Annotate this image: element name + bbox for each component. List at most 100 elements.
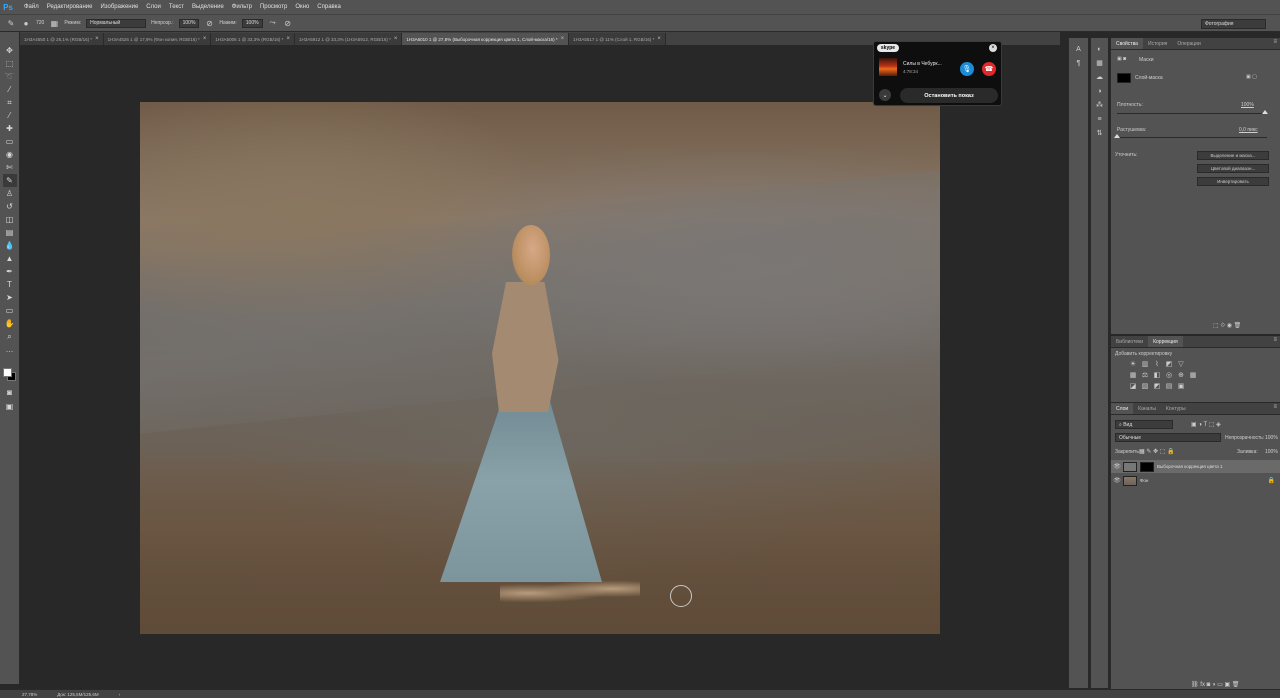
levels-icon[interactable]: ▥ <box>1141 360 1149 368</box>
close-icon[interactable]: × <box>286 36 290 42</box>
menu-image[interactable]: Изображение <box>96 4 142 10</box>
marquee-tool-icon[interactable]: ⬚ <box>3 57 17 70</box>
layer-row-selected[interactable]: 👁 Выборочная коррекция цвета 1 <box>1111 460 1280 473</box>
more-tools-icon[interactable]: … <box>3 343 17 356</box>
color-lookup-icon[interactable]: ▦ <box>1189 371 1197 379</box>
lock-icons[interactable]: ▦ ✎ ✥ ⬚ 🔒 <box>1139 448 1175 455</box>
character-panel-icon[interactable]: A <box>1073 43 1085 55</box>
tab-channels[interactable]: Каналы <box>1133 403 1161 414</box>
gradient-map-icon[interactable]: ▤ <box>1165 382 1173 390</box>
shape-tool-icon[interactable]: ▭ <box>3 304 17 317</box>
menu-edit[interactable]: Редактирование <box>43 4 97 10</box>
brightness-icon[interactable]: ☀ <box>1129 360 1137 368</box>
eraser-tool-icon[interactable]: ◫ <box>3 213 17 226</box>
doc-tab[interactable]: 1H3A5517 1 @ 11% (Слой 1, RGB/16) * × <box>569 33 666 45</box>
opacity-field[interactable]: 100% <box>178 18 200 28</box>
photo-filter-icon[interactable]: ◎ <box>1165 371 1173 379</box>
pressure-opacity-icon[interactable]: ⊘ <box>204 18 214 28</box>
flow-field[interactable]: 100% <box>241 18 263 28</box>
close-icon[interactable]: × <box>657 36 661 42</box>
airbrush-icon[interactable]: ⤳ <box>268 18 278 28</box>
tab-history[interactable]: История <box>1143 38 1172 49</box>
feather-slider-knob[interactable] <box>1114 134 1120 138</box>
mode-select[interactable]: Нормальный <box>86 18 147 28</box>
paths-panel-icon[interactable]: ⇅ <box>1094 127 1106 139</box>
menu-file[interactable]: Файл <box>20 4 43 10</box>
feather-value[interactable]: 0,0 пикс <box>1239 127 1258 133</box>
brush-tool-icon[interactable]: ✎ <box>6 18 16 28</box>
panel-menu-icon[interactable]: ≡ <box>1273 404 1277 410</box>
select-and-mask-button[interactable]: Выделение и маска... <box>1197 151 1269 160</box>
color-panel-icon[interactable]: ◐ <box>1094 43 1106 55</box>
foreground-color-swatch[interactable] <box>3 368 12 377</box>
mask-footer-icons[interactable]: ⬚ ⟐ ◉ 🗑 <box>1213 322 1241 330</box>
doc-tab[interactable]: 1H3A4526 1 @ 17,9% (Фон копия, RGB/16) *… <box>103 33 212 45</box>
layer-row[interactable]: 👁 Фон 🔒 <box>1111 474 1280 487</box>
menu-help[interactable]: Справка <box>313 4 345 10</box>
fill-value[interactable]: 100% <box>1265 449 1278 455</box>
status-arrow-icon[interactable]: › <box>119 692 121 697</box>
menu-view[interactable]: Просмотр <box>256 4 291 10</box>
brush-tool-icon[interactable]: ✎ <box>2 174 17 187</box>
mask-buttons-icon[interactable]: ▣ ▢ <box>1246 74 1257 80</box>
invert-button[interactable]: Инвертировать <box>1197 177 1269 186</box>
quick-select-tool-icon[interactable]: ⁄ <box>3 83 17 96</box>
doc-tab[interactable]: 1H3A4550 1 @ 25,1% (RGB/16) * × <box>20 33 104 45</box>
spot-tool-icon[interactable]: ◉ <box>3 148 17 161</box>
density-value[interactable]: 100% <box>1241 102 1254 108</box>
path-select-tool-icon[interactable]: ➤ <box>3 291 17 304</box>
menu-layers[interactable]: Слои <box>142 4 165 10</box>
tab-layers[interactable]: Слои <box>1111 403 1134 414</box>
color-balance-icon[interactable]: ⚖ <box>1141 371 1149 379</box>
crop-tool-icon[interactable]: ⌗ <box>3 96 17 109</box>
layer-filter-select[interactable]: ⌕ Вид <box>1115 420 1173 429</box>
close-icon[interactable]: × <box>203 36 207 42</box>
blur-tool-icon[interactable]: 💧 <box>3 239 17 252</box>
layer-filter-icons[interactable]: ▣ ◑ T ⬚ ◈ <box>1191 421 1221 428</box>
selective-color-icon[interactable]: ▣ <box>1177 382 1185 390</box>
tab-libraries[interactable]: Библиотеки <box>1111 336 1148 347</box>
close-icon[interactable]: × <box>561 36 565 42</box>
close-icon[interactable]: × <box>95 36 99 42</box>
patch-tool-icon[interactable]: ▭ <box>3 135 17 148</box>
type-tool-icon[interactable]: T <box>3 278 17 291</box>
quick-mask-icon[interactable]: ◙ <box>3 386 17 399</box>
invert-icon[interactable]: ◪ <box>1129 382 1137 390</box>
document-image[interactable] <box>140 102 940 634</box>
pressure-size-icon[interactable]: ⊘ <box>283 18 293 28</box>
curves-icon[interactable]: ⌇ <box>1153 360 1161 368</box>
tab-paths[interactable]: Контуры <box>1161 403 1191 414</box>
screen-mode-icon[interactable]: ▣ <box>3 400 17 413</box>
adjustments-panel-icon[interactable]: ◑ <box>1094 85 1106 97</box>
pin-tool-icon[interactable]: ✄ <box>3 161 17 174</box>
move-tool-icon[interactable]: ✥ <box>3 44 17 57</box>
tab-actions[interactable]: Операции <box>1172 38 1205 49</box>
density-slider[interactable] <box>1117 113 1267 114</box>
channel-mixer-icon[interactable]: ⊕ <box>1177 371 1185 379</box>
dodge-tool-icon[interactable]: ▲ <box>3 252 17 265</box>
zoom-level[interactable]: 27,78% <box>22 692 37 697</box>
libraries-panel-icon[interactable]: ☁ <box>1094 71 1106 83</box>
panel-menu-icon[interactable]: ≡ <box>1273 39 1277 45</box>
stop-sharing-button[interactable]: Остановить показ <box>900 88 998 103</box>
close-icon[interactable]: × <box>989 44 997 52</box>
tab-properties[interactable]: Свойства <box>1111 38 1143 49</box>
menu-select[interactable]: Выделение <box>188 4 228 10</box>
lasso-tool-icon[interactable]: ➰ <box>3 70 17 83</box>
canvas-area[interactable] <box>20 45 1060 689</box>
blend-mode-select[interactable]: Обычные <box>1115 433 1221 442</box>
pen-tool-icon[interactable]: ✒ <box>3 265 17 278</box>
color-range-button[interactable]: Цветовой диапазон... <box>1197 164 1269 173</box>
menu-text[interactable]: Текст <box>165 4 188 10</box>
threshold-icon[interactable]: ◩ <box>1153 382 1161 390</box>
vibrance-icon[interactable]: ▽ <box>1177 360 1185 368</box>
layers-footer-icons[interactable]: ⛓ fx ◙ ◑ ▭ ▣ 🗑 <box>1191 681 1240 688</box>
hue-saturation-icon[interactable]: ▦ <box>1129 371 1137 379</box>
panel-menu-icon[interactable]: ≡ <box>1273 337 1277 343</box>
eyedropper-tool-icon[interactable]: ⁄ <box>3 109 17 122</box>
brush-preset-icon[interactable]: ● <box>21 18 31 28</box>
healing-tool-icon[interactable]: ✚ <box>3 122 17 135</box>
doc-tab[interactable]: 1H3A5912 1 @ 33,3% (1H3A5912, RGB/16) * × <box>294 33 403 45</box>
menu-window[interactable]: Окно <box>291 4 313 10</box>
tab-adjustments[interactable]: Коррекция <box>1148 336 1183 347</box>
